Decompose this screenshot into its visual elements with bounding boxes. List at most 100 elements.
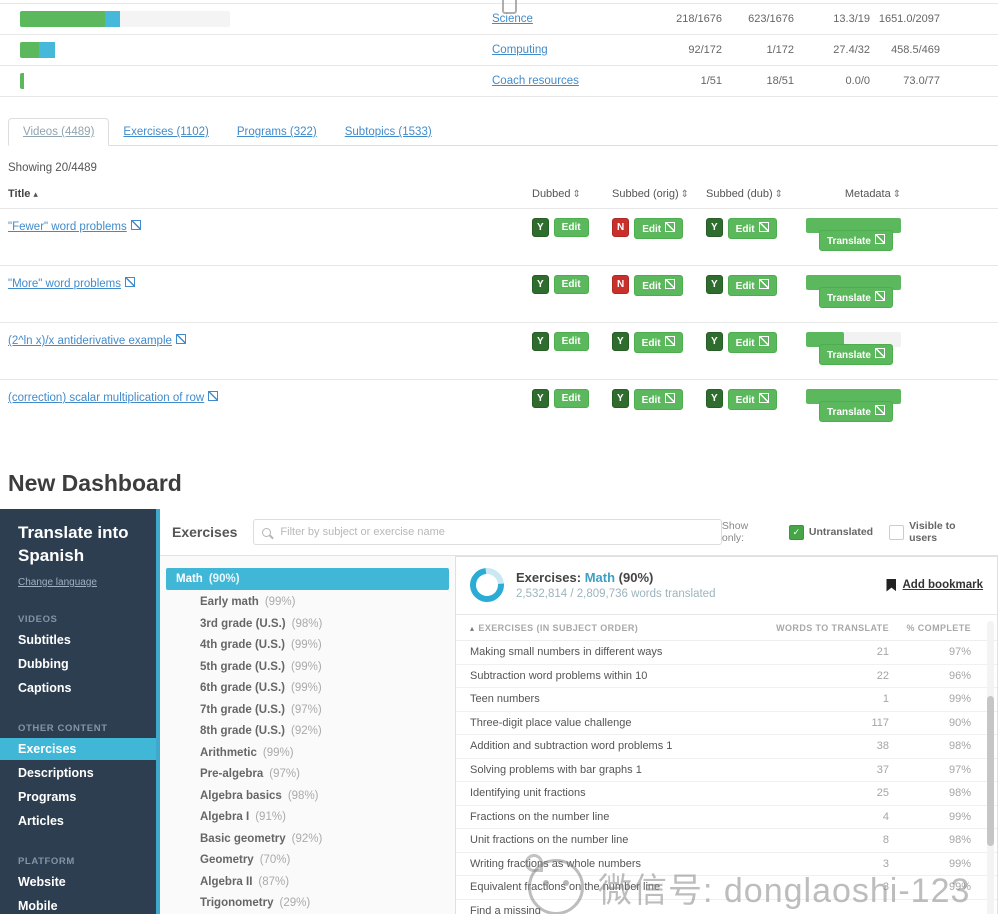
showing-count: Showing 20/4489 — [8, 162, 998, 174]
subject-item[interactable]: Algebra basics(98%) — [160, 786, 455, 808]
summary-value: 1/172 — [722, 44, 794, 56]
exercise-row[interactable]: Solving problems with bar graphs 13797% — [456, 759, 997, 783]
subject-item[interactable]: 5th grade (U.S.)(99%) — [160, 657, 455, 679]
subject-link[interactable]: Computing — [492, 44, 627, 56]
subbed-orig-status-badge: N — [612, 218, 629, 237]
edit-button[interactable]: Edit — [554, 389, 589, 408]
tab-programs[interactable]: Programs (322) — [223, 119, 331, 145]
tab-videos[interactable]: Videos (4489) — [8, 118, 109, 146]
subject-item-selected[interactable]: Math(90%) — [166, 568, 449, 590]
topbar: Exercises Show only: ✓ Untranslated Visi… — [160, 509, 998, 556]
sort-dubbed[interactable]: Dubbed⇕ — [532, 188, 612, 200]
exercise-row[interactable]: Teen numbers199% — [456, 688, 997, 712]
edit-external-button[interactable]: Edit — [634, 389, 683, 410]
sidebar-item-website[interactable]: Website — [0, 871, 156, 893]
edit-button[interactable]: Edit — [554, 332, 589, 351]
video-title-link[interactable]: "More" word problems — [8, 275, 532, 290]
sort-subbed-dub[interactable]: Subbed (dub)⇕ — [706, 188, 798, 200]
add-bookmark-link[interactable]: Add bookmark — [886, 579, 983, 592]
exercise-row[interactable]: Writing fractions as whole numbers399% — [456, 853, 997, 877]
video-row: "Fewer" word problems YEdit NEdit YEdit … — [0, 208, 998, 265]
external-link-icon — [665, 222, 675, 232]
change-language-link[interactable]: Change language — [18, 577, 97, 588]
summary-value: 458.5/469 — [870, 44, 940, 56]
exercise-row[interactable]: Equivalent fractions on the number line3… — [456, 876, 997, 900]
exercise-row[interactable]: Find a missing — [456, 900, 997, 914]
sidebar-item-descriptions[interactable]: Descriptions — [0, 762, 156, 784]
dubbed-status-badge: Y — [532, 389, 549, 408]
page-title: New Dashboard — [8, 470, 998, 497]
sort-subbed-orig[interactable]: Subbed (orig)⇕ — [612, 188, 706, 200]
subject-item[interactable]: Geometry(70%) — [160, 850, 455, 872]
edit-external-button[interactable]: Edit — [728, 218, 777, 239]
subbed-orig-status-badge: N — [612, 275, 629, 294]
external-link-icon — [875, 291, 885, 301]
tab-exercises[interactable]: Exercises (1102) — [109, 119, 222, 145]
exercise-row[interactable]: Subtraction word problems within 102296% — [456, 665, 997, 689]
sidebar-item-subtitles[interactable]: Subtitles — [0, 629, 156, 651]
edit-external-button[interactable]: Edit — [728, 389, 777, 410]
translate-button[interactable]: Translate — [819, 401, 893, 422]
sidebar-item-programs[interactable]: Programs — [0, 786, 156, 808]
sort-title[interactable]: Title▴ — [8, 188, 532, 200]
translate-button[interactable]: Translate — [819, 287, 893, 308]
exercise-table-header: ▴EXERCISES (IN SUBJECT ORDER) WORDS TO T… — [456, 615, 997, 641]
sidebar-item-articles[interactable]: Articles — [0, 810, 156, 832]
sidebar-item-captions[interactable]: Captions — [0, 677, 156, 699]
visible-to-users-label: Visible to users — [909, 520, 986, 544]
sidebar-item-dubbing[interactable]: Dubbing — [0, 653, 156, 675]
words-translated: 2,532,814 / 2,809,736 words translated — [516, 588, 715, 600]
external-link-icon — [875, 405, 885, 415]
exercise-row[interactable]: Identifying unit fractions2598% — [456, 782, 997, 806]
subject-item[interactable]: 6th grade (U.S.)(99%) — [160, 678, 455, 700]
filter-input[interactable] — [278, 525, 712, 539]
edit-external-button[interactable]: Edit — [634, 275, 683, 296]
subject-item[interactable]: Early math(99%) — [160, 592, 455, 614]
new-dashboard: Translate into Spanish Change language V… — [0, 509, 998, 914]
edit-external-button[interactable]: Edit — [728, 275, 777, 296]
col-words-to-translate[interactable]: WORDS TO TRANSLATE — [739, 623, 889, 633]
edit-external-button[interactable]: Edit — [728, 332, 777, 353]
subject-item[interactable]: Pre-algebra(97%) — [160, 764, 455, 786]
exercise-row[interactable]: Addition and subtraction word problems 1… — [456, 735, 997, 759]
subject-item[interactable]: Algebra II(87%) — [160, 872, 455, 894]
subject-link[interactable]: Coach resources — [492, 75, 627, 87]
sidebar-item-exercises[interactable]: Exercises — [0, 738, 156, 760]
translate-button[interactable]: Translate — [819, 344, 893, 365]
sidebar-item-mobile[interactable]: Mobile — [0, 895, 156, 914]
video-title-link[interactable]: (2^ln x)/x antiderivative example — [8, 332, 532, 347]
video-title-link[interactable]: (correction) scalar multiplication of ro… — [8, 389, 532, 404]
subject-item[interactable]: Arithmetic(99%) — [160, 743, 455, 765]
sort-metadata[interactable]: Metadata⇕ — [798, 188, 948, 200]
edit-external-button[interactable]: Edit — [634, 218, 683, 239]
subject-link[interactable]: Science — [492, 13, 627, 25]
visible-to-users-checkbox[interactable] — [889, 525, 904, 540]
subject-item[interactable]: 4th grade (U.S.)(99%) — [160, 635, 455, 657]
video-title-link[interactable]: "Fewer" word problems — [8, 218, 532, 233]
exercise-row[interactable]: Unit fractions on the number line898% — [456, 829, 997, 853]
edit-external-button[interactable]: Edit — [634, 332, 683, 353]
video-row: "More" word problems YEdit NEdit YEdit T… — [0, 265, 998, 322]
subject-item[interactable]: 3rd grade (U.S.)(98%) — [160, 614, 455, 636]
sort-icon: ⇕ — [893, 189, 901, 200]
summary-value: 13.3/19 — [794, 13, 870, 25]
subject-item[interactable]: 7th grade (U.S.)(97%) — [160, 700, 455, 722]
scrollbar-thumb[interactable] — [987, 696, 994, 846]
exercise-row[interactable]: Fractions on the number line499% — [456, 806, 997, 830]
exercise-row[interactable]: Making small numbers in different ways21… — [456, 641, 997, 665]
edit-button[interactable]: Edit — [554, 218, 589, 237]
sidebar-section-videos: VIDEOS — [18, 614, 156, 625]
subject-item[interactable]: Basic geometry(92%) — [160, 829, 455, 851]
translate-button[interactable]: Translate — [819, 230, 893, 251]
exercise-row[interactable]: Three-digit place value challenge11790% — [456, 712, 997, 736]
edit-button[interactable]: Edit — [554, 275, 589, 294]
subject-item[interactable]: Trigonometry(29%) — [160, 893, 455, 914]
sort-exercises[interactable]: ▴EXERCISES (IN SUBJECT ORDER) — [470, 623, 739, 633]
subbed-dub-status-badge: Y — [706, 389, 723, 408]
subject-item[interactable]: Algebra I(91%) — [160, 807, 455, 829]
col-percent-complete[interactable]: % COMPLETE — [889, 623, 971, 633]
untranslated-checkbox[interactable]: ✓ — [789, 525, 804, 540]
tab-subtopics[interactable]: Subtopics (1533) — [331, 119, 446, 145]
subject-item[interactable]: 8th grade (U.S.)(92%) — [160, 721, 455, 743]
summary-value: 1651.0/2097 — [870, 13, 940, 25]
